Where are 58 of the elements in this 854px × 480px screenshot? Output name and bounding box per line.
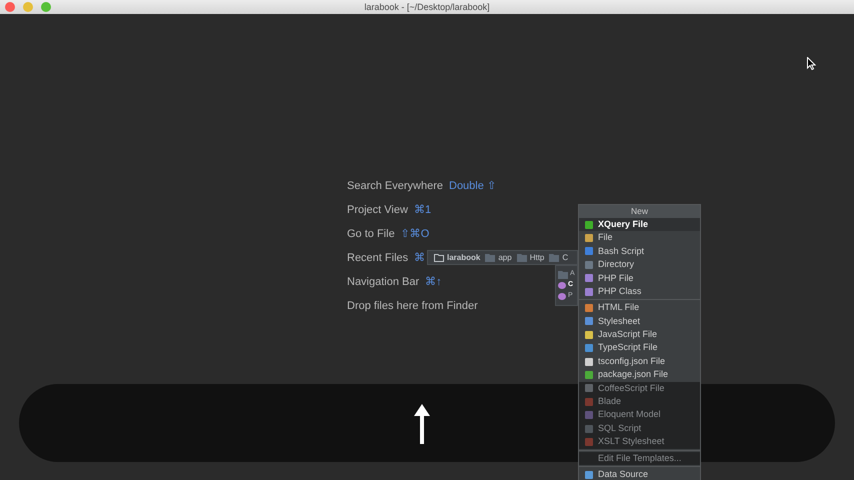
- zoom-button[interactable]: [41, 2, 51, 12]
- hint-label: Search Everywhere: [347, 179, 443, 194]
- breadcrumb-item[interactable]: C: [562, 252, 568, 264]
- shortcut-key: ⇧⌘O: [400, 226, 430, 243]
- file-icon: [584, 260, 594, 270]
- file-icon: [584, 246, 594, 256]
- file-icon: [584, 424, 594, 434]
- file-icon: [584, 356, 594, 367]
- hint-label: Drop files here from Finder: [347, 299, 478, 314]
- minimize-button[interactable]: [23, 2, 33, 12]
- file-icon: [584, 330, 594, 340]
- file-icon: [584, 383, 594, 394]
- file-icon: [584, 233, 594, 244]
- folder-icon: [516, 254, 527, 262]
- window-title: larabook - [~/Desktop/larabook]: [364, 1, 490, 14]
- menu-item[interactable]: Data Source: [579, 468, 700, 480]
- menu-item[interactable]: PHP Class: [579, 284, 700, 298]
- file-icon: [584, 396, 594, 407]
- menu-item[interactable]: Bash Script: [579, 244, 700, 258]
- menu-item[interactable]: TypeScript File: [579, 342, 700, 355]
- shortcut-key: Double ⇧: [449, 178, 496, 195]
- file-icon: [584, 273, 594, 284]
- breadcrumb-item[interactable]: app: [498, 252, 512, 264]
- file-icon: [584, 286, 594, 297]
- hint-label: Project View: [347, 203, 408, 218]
- menu-item[interactable]: tsconfig.json File: [579, 354, 700, 368]
- file-icon: [584, 316, 594, 326]
- menu-item[interactable]: JavaScript File: [579, 328, 700, 342]
- menu-item[interactable]: XQuery File: [579, 218, 700, 232]
- file-icon: [584, 370, 594, 380]
- hint-label: Recent Files: [347, 251, 408, 266]
- menu-item[interactable]: HTML File: [579, 301, 700, 315]
- menu-item[interactable]: package.json File: [579, 368, 700, 382]
- breadcrumb-item[interactable]: larabook: [447, 252, 480, 264]
- folder-icon: [485, 254, 496, 262]
- file-icon: [584, 343, 594, 354]
- folder-icon: [549, 254, 560, 262]
- shortcut-key: ⌘↑: [425, 274, 442, 291]
- file-icon: [584, 303, 594, 314]
- shortcut-key: ⌘1: [414, 202, 432, 219]
- hint-label: Navigation Bar: [347, 275, 420, 290]
- hint-label: Go to File: [347, 227, 395, 242]
- file-icon: [584, 220, 594, 230]
- close-button[interactable]: [5, 2, 15, 12]
- file-icon: [584, 470, 594, 480]
- menu-title: New: [579, 205, 700, 218]
- menu-item[interactable]: File: [579, 231, 700, 245]
- folder-icon: [558, 270, 568, 278]
- menu-item[interactable]: Stylesheet: [579, 314, 700, 328]
- menu-item[interactable]: PHP File: [579, 272, 700, 285]
- folder-icon: [434, 254, 444, 262]
- shortcut-key: ⌘: [414, 250, 426, 267]
- file-icon: [584, 410, 594, 420]
- up-arrow-icon: [413, 402, 431, 444]
- breadcrumb-item[interactable]: Http: [530, 252, 544, 264]
- mouse-cursor-icon: [807, 57, 816, 70]
- menu-item[interactable]: Directory: [579, 258, 700, 272]
- file-icon: [584, 436, 594, 447]
